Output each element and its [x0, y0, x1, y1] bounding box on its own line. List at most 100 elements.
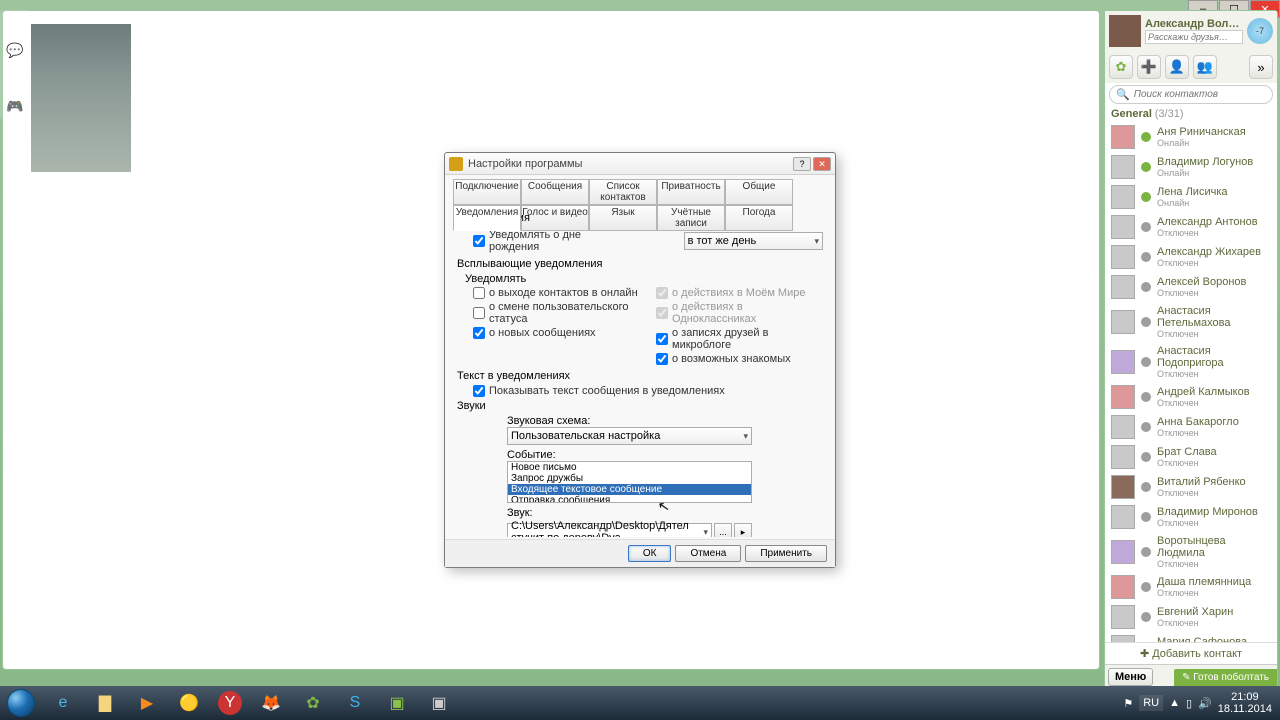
tray-up-icon[interactable]: ▲: [1169, 697, 1180, 709]
cb-showtext[interactable]: Показывать текст сообщения в уведомления…: [473, 385, 823, 397]
tab-Приватность[interactable]: Приватность: [657, 179, 725, 205]
icq-icon[interactable]: ✿: [1109, 55, 1133, 79]
chrome-icon[interactable]: 🟡: [169, 688, 209, 718]
contact-item[interactable]: Евгений ХаринОтключен: [1105, 602, 1277, 632]
event-item[interactable]: Запрос дружбы: [508, 473, 751, 484]
search-box[interactable]: 🔍: [1109, 85, 1273, 104]
browse-button[interactable]: ...: [714, 523, 732, 537]
tab-Подключение[interactable]: Подключение: [453, 179, 521, 205]
camtasia-icon[interactable]: ▣: [377, 688, 417, 718]
tray-flag-icon[interactable]: ⚑: [1123, 697, 1133, 710]
play-button[interactable]: ▸: [734, 523, 752, 537]
contact-item[interactable]: Мария СафоноваОтключен: [1105, 632, 1277, 642]
weather-badge[interactable]: [1247, 18, 1273, 44]
tray-volume-icon[interactable]: 🔊: [1198, 697, 1212, 710]
contact-item[interactable]: Воротынцева ЛюдмилаОтключен: [1105, 532, 1277, 572]
contact-item[interactable]: Анна БакароглоОтключен: [1105, 412, 1277, 442]
contact-name: Аня Риничанская: [1157, 126, 1246, 138]
contact-name: Виталий Рябенко: [1157, 476, 1246, 488]
status-dot: [1141, 422, 1151, 432]
contact-item[interactable]: Владимир ЛогуновОнлайн: [1105, 152, 1277, 182]
cb-online[interactable]: о выходе контактов в онлайн: [473, 287, 640, 299]
contact-avatar: [1111, 310, 1135, 334]
more-icon[interactable]: »: [1249, 55, 1273, 79]
apps-icon[interactable]: ▦: [6, 70, 24, 88]
group-header[interactable]: General (3/31): [1105, 106, 1277, 122]
contact-status: Онлайн: [1157, 138, 1246, 148]
event-listbox[interactable]: Новое письмоЗапрос дружбыВходящее тексто…: [507, 461, 752, 503]
tray-battery-icon[interactable]: ▯: [1186, 697, 1192, 710]
contact-status: Отключен: [1157, 428, 1239, 438]
icq-taskbar-icon[interactable]: ✿: [293, 688, 333, 718]
search-input[interactable]: [1134, 89, 1268, 100]
tab-Список контактов[interactable]: Список контактов: [589, 179, 657, 205]
event-item[interactable]: Новое письмо: [508, 462, 751, 473]
add-contact-button[interactable]: ✚ Добавить контакт: [1105, 642, 1277, 664]
chat-icon[interactable]: 💬: [6, 42, 24, 60]
explorer-icon[interactable]: ▇: [85, 688, 125, 718]
contact-item[interactable]: Анастасия ПодопригораОтключен: [1105, 342, 1277, 382]
contact-status: Отключен: [1157, 618, 1233, 628]
cb-micro[interactable]: о записях друзей в микроблоге: [656, 327, 823, 351]
home-icon[interactable]: ⌂: [6, 14, 24, 32]
event-item[interactable]: Входящее текстовое сообщение: [508, 484, 751, 495]
contact-status: Отключен: [1157, 228, 1258, 238]
status-dot: [1141, 317, 1151, 327]
cb-friends[interactable]: о возможных знакомых: [656, 353, 823, 365]
contact-name: Брат Слава: [1157, 446, 1217, 458]
contact-item[interactable]: Аня РиничанскаяОнлайн: [1105, 122, 1277, 152]
birthday-select[interactable]: в тот же день: [684, 232, 823, 250]
contact-status: Отключен: [1157, 488, 1246, 498]
avatar[interactable]: [1109, 15, 1141, 47]
contact-status: Отключен: [1157, 458, 1217, 468]
label-notify: Уведомлять: [465, 273, 823, 285]
ok-button[interactable]: ОК: [628, 545, 672, 562]
menu-button[interactable]: Меню: [1108, 668, 1153, 686]
dialog-titlebar[interactable]: Настройки программы ? ✕: [445, 153, 835, 175]
tab-Общие[interactable]: Общие: [725, 179, 793, 205]
contact-item[interactable]: Владимир МироновОтключен: [1105, 502, 1277, 532]
cb-birthday[interactable]: Уведомлять о дне рождения: [473, 229, 634, 253]
status-input[interactable]: [1145, 30, 1243, 44]
contact-item[interactable]: Андрей КалмыковОтключен: [1105, 382, 1277, 412]
contact-avatar: [1111, 605, 1135, 629]
tab-Уведомления[interactable]: Уведомления: [453, 205, 521, 231]
apply-button[interactable]: Применить: [745, 545, 827, 562]
app-icon[interactable]: ▣: [419, 688, 459, 718]
contact-name: Евгений Харин: [1157, 606, 1233, 618]
contact-item[interactable]: Александр АнтоновОтключен: [1105, 212, 1277, 242]
sound-path-select[interactable]: C:\Users\Александр\Desktop\Дятел стучит …: [507, 523, 712, 537]
cb-status[interactable]: о смене пользовательского статуса: [473, 301, 640, 325]
user-name: Александр Вол…: [1145, 18, 1243, 30]
add-user-icon[interactable]: 👤: [1165, 55, 1189, 79]
dialog-close-button[interactable]: ✕: [813, 157, 831, 171]
start-button[interactable]: [0, 686, 42, 720]
event-item[interactable]: Отправка сообщения: [508, 495, 751, 503]
contact-item[interactable]: Анастасия ПетельмаховаОтключен: [1105, 302, 1277, 342]
clock[interactable]: 21:09 18.11.2014: [1218, 691, 1272, 715]
ready-chat-button[interactable]: ✎ Готов поболтать: [1174, 669, 1277, 686]
yandex-icon[interactable]: Y: [218, 691, 242, 715]
add-group-icon[interactable]: 👥: [1193, 55, 1217, 79]
contact-item[interactable]: Алексей ВороновОтключен: [1105, 272, 1277, 302]
contact-status: Отключен: [1157, 369, 1271, 379]
contact-item[interactable]: Даша племянницаОтключен: [1105, 572, 1277, 602]
cancel-button[interactable]: Отмена: [675, 545, 741, 562]
ie-icon[interactable]: e: [43, 688, 83, 718]
contact-item[interactable]: Александр ЖихаревОтключен: [1105, 242, 1277, 272]
add-service-icon[interactable]: ➕: [1137, 55, 1161, 79]
dialog-body: Дни рождения Уведомлять о дне рождения в…: [445, 203, 835, 537]
tab-Сообщения[interactable]: Сообщения: [521, 179, 589, 205]
cb-newmsg[interactable]: о новых сообщениях: [473, 327, 640, 339]
skype-icon[interactable]: S: [335, 688, 375, 718]
language-indicator[interactable]: RU: [1139, 695, 1163, 711]
dialog-help-button[interactable]: ?: [793, 157, 811, 171]
contact-list[interactable]: Аня РиничанскаяОнлайнВладимир ЛогуновОнл…: [1105, 122, 1277, 642]
games-icon[interactable]: 🎮: [6, 98, 24, 116]
contact-item[interactable]: Лена ЛисичкаОнлайн: [1105, 182, 1277, 212]
wmp-icon[interactable]: ▶: [127, 688, 167, 718]
scheme-select[interactable]: Пользовательская настройка: [507, 427, 752, 445]
contact-item[interactable]: Виталий РябенкоОтключен: [1105, 472, 1277, 502]
contact-item[interactable]: Брат СлаваОтключен: [1105, 442, 1277, 472]
firefox-icon[interactable]: 🦊: [251, 688, 291, 718]
